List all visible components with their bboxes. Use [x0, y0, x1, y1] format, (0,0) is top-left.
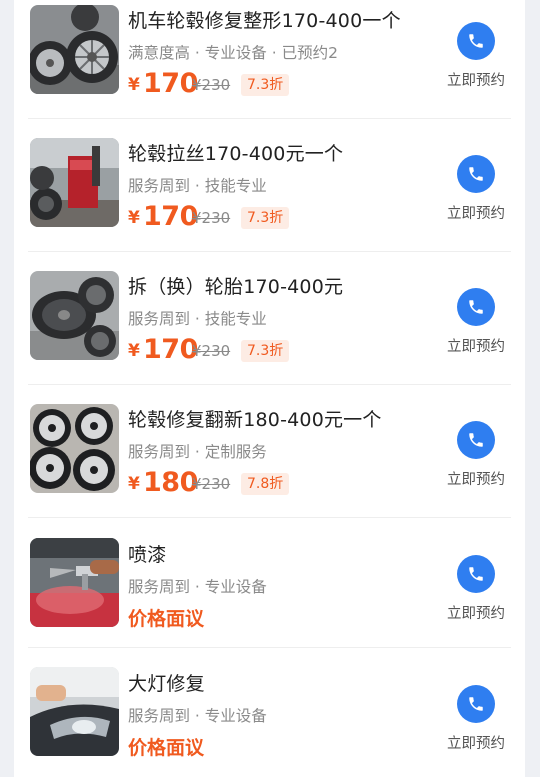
- service-title: 拆（换）轮胎170-400元: [128, 276, 344, 298]
- discount-badge: 7.3折: [241, 340, 290, 362]
- discount-badge: 7.8折: [241, 473, 290, 495]
- book-now-button[interactable]: 立即预约: [443, 155, 509, 225]
- book-now-label: 立即预约: [447, 736, 505, 752]
- book-now-button[interactable]: 立即预约: [443, 555, 509, 625]
- service-title: 轮毂拉丝170-400元一个: [128, 143, 344, 165]
- book-now-label: 立即预约: [447, 472, 505, 488]
- service-title: 大灯修复: [128, 673, 205, 695]
- service-item[interactable]: 机车轮毂修复整形170-400一个 满意度高 · 专业设备 · 已预约2 ¥ 1…: [14, 0, 525, 119]
- price-negotiable: 价格面议: [128, 608, 205, 630]
- spray-paint-photo: [30, 538, 119, 627]
- book-now-label: 立即预约: [447, 206, 505, 222]
- phone-icon: [457, 155, 495, 193]
- service-list: 机车轮毂修复整形170-400一个 满意度高 · 专业设备 · 已预约2 ¥ 1…: [14, 0, 525, 777]
- currency-symbol: ¥: [128, 341, 140, 361]
- discount-badge: 7.3折: [241, 207, 290, 229]
- original-price: ¥230: [192, 342, 231, 360]
- phone-icon: [457, 22, 495, 60]
- service-tags: 服务周到 · 技能专业: [128, 177, 267, 195]
- book-now-label: 立即预约: [447, 339, 505, 355]
- service-tags: 服务周到 · 专业设备: [128, 578, 267, 596]
- car-wheels-photo: [30, 5, 119, 94]
- service-item[interactable]: 喷漆 服务周到 · 专业设备 价格面议 立即预约: [14, 518, 525, 648]
- currency-symbol: ¥: [128, 208, 140, 228]
- service-title: 轮毂修复翻新180-400元一个: [128, 409, 382, 431]
- service-tags: 服务周到 · 专业设备: [128, 707, 267, 725]
- book-now-button[interactable]: 立即预约: [443, 421, 509, 491]
- book-now-button[interactable]: 立即预约: [443, 288, 509, 358]
- service-tags: 满意度高 · 专业设备 · 已预约2: [128, 44, 338, 62]
- currency-symbol: ¥: [128, 75, 140, 95]
- price: 170: [143, 68, 198, 99]
- phone-icon: [457, 421, 495, 459]
- service-item[interactable]: 轮毂拉丝170-400元一个 服务周到 · 技能专业 ¥ 170 ¥230 7.…: [14, 119, 525, 252]
- original-price: ¥230: [192, 76, 231, 94]
- service-item[interactable]: 拆（换）轮胎170-400元 服务周到 · 技能专业 ¥ 170 ¥230 7.…: [14, 252, 525, 385]
- service-item[interactable]: 大灯修复 服务周到 · 专业设备 价格面议 立即预约: [14, 648, 525, 777]
- phone-icon: [457, 288, 495, 326]
- phone-icon: [457, 685, 495, 723]
- book-now-label: 立即预约: [447, 73, 505, 89]
- service-item[interactable]: 轮毂修复翻新180-400元一个 服务周到 · 定制服务 ¥ 180 ¥230 …: [14, 385, 525, 518]
- phone-icon: [457, 555, 495, 593]
- book-now-button[interactable]: 立即预约: [443, 22, 509, 92]
- service-title: 机车轮毂修复整形170-400一个: [128, 10, 401, 32]
- book-now-label: 立即预约: [447, 606, 505, 622]
- refurbished-rims-photo: [30, 404, 119, 493]
- currency-symbol: ¥: [128, 474, 140, 494]
- price-negotiable: 价格面议: [128, 737, 205, 759]
- discount-badge: 7.3折: [241, 74, 290, 96]
- headlight-photo: [30, 667, 119, 756]
- service-tags: 服务周到 · 定制服务: [128, 443, 267, 461]
- price: 170: [143, 334, 198, 365]
- original-price: ¥230: [192, 475, 231, 493]
- tires-photo: [30, 271, 119, 360]
- service-tags: 服务周到 · 技能专业: [128, 310, 267, 328]
- tire-machine-photo: [30, 138, 119, 227]
- book-now-button[interactable]: 立即预约: [443, 685, 509, 755]
- original-price: ¥230: [192, 209, 231, 227]
- price: 180: [143, 467, 198, 498]
- price: 170: [143, 201, 198, 232]
- service-title: 喷漆: [128, 544, 167, 566]
